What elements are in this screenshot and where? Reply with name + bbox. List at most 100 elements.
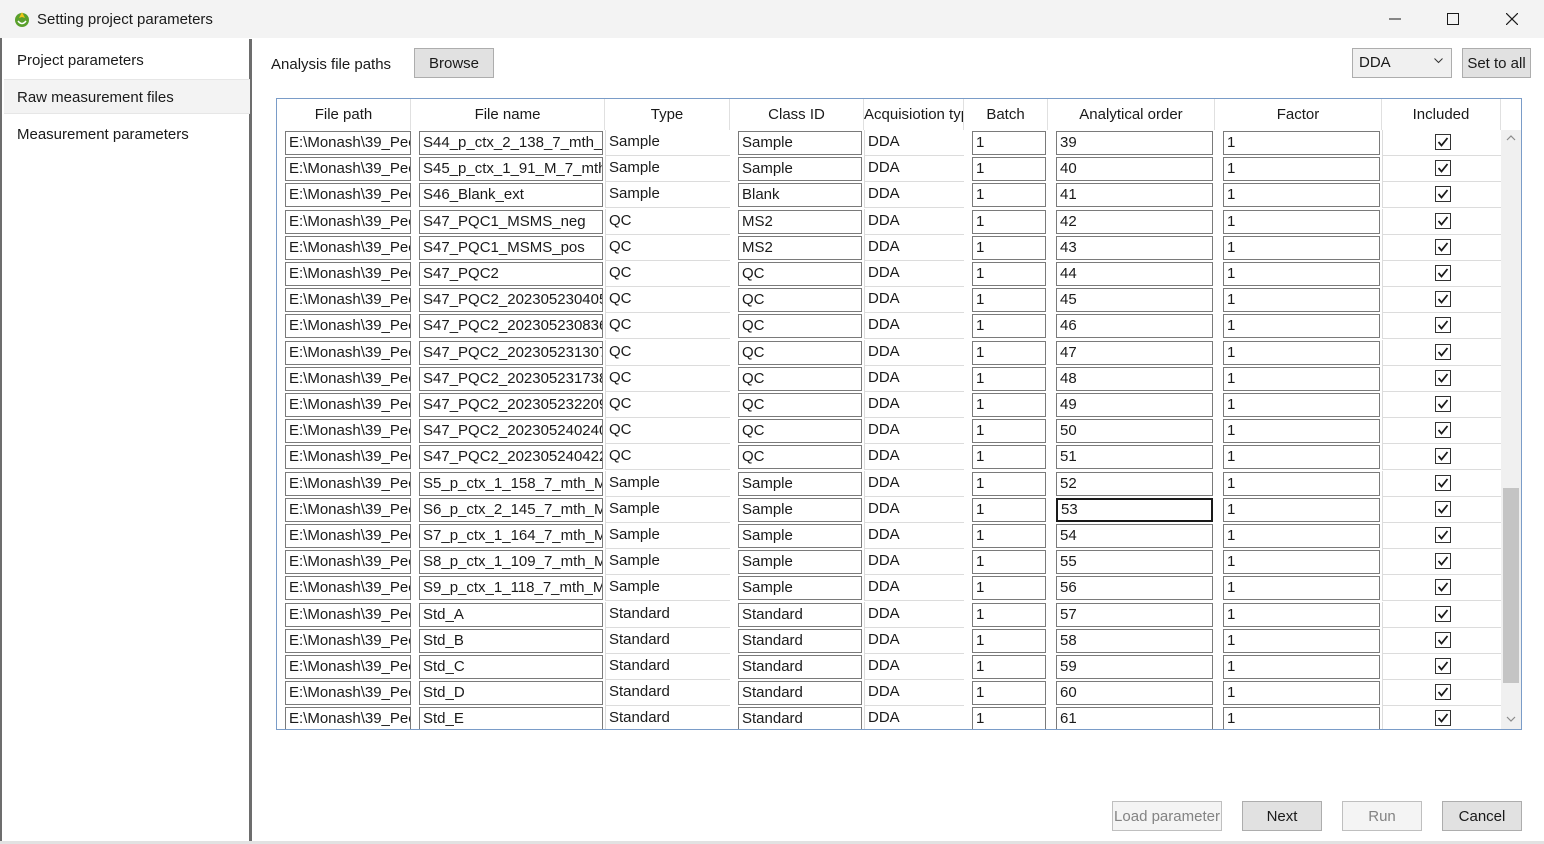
table-row[interactable]: E:\Monash\39_Peck S47_PQC2_20230524042205…	[277, 444, 1501, 471]
class-id-cell[interactable]: Standard	[738, 628, 862, 653]
class-id-cell[interactable]: Standard	[738, 602, 862, 627]
batch-cell[interactable]: 1	[972, 419, 1046, 444]
file-name-cell[interactable]: S47_PQC2_20230523083628	[419, 314, 603, 339]
factor-cell[interactable]: 1	[1223, 497, 1380, 522]
file-name-cell[interactable]: S47_PQC2_20230524024028	[419, 419, 603, 444]
file-name-cell[interactable]: S7_p_ctx_1_164_7_mth_M	[419, 524, 603, 548]
batch-cell[interactable]: 1	[972, 602, 1046, 627]
batch-cell[interactable]: 1	[972, 131, 1046, 155]
file-path-cell[interactable]: E:\Monash\39_Peck	[285, 707, 411, 729]
file-name-cell[interactable]: Std_A	[419, 602, 603, 627]
included-checkbox[interactable]	[1434, 369, 1451, 386]
analytical-order-cell[interactable]: 59	[1056, 655, 1213, 679]
batch-cell[interactable]: 1	[972, 497, 1046, 522]
next-button[interactable]: Next	[1242, 801, 1322, 831]
analytical-order-cell[interactable]: 50	[1056, 419, 1213, 444]
analytical-order-cell[interactable]: 61	[1056, 707, 1213, 729]
included-checkbox[interactable]	[1434, 579, 1451, 596]
factor-cell[interactable]: 1	[1223, 707, 1380, 729]
factor-cell[interactable]: 1	[1223, 183, 1380, 208]
batch-cell[interactable]: 1	[972, 366, 1046, 391]
table-row[interactable]: E:\Monash\39_Peck S8_p_ctx_1_109_7_mth_M S…	[277, 549, 1501, 576]
file-name-cell[interactable]: S47_PQC2_20230523220931	[419, 393, 603, 417]
file-name-cell[interactable]: S47_PQC2_20230523040521	[419, 288, 603, 313]
file-name-cell[interactable]: Std_C	[419, 655, 603, 679]
table-row[interactable]: E:\Monash\39_Peck Std_B Standard Standard DD…	[277, 627, 1501, 654]
table-row[interactable]: E:\Monash\39_Peck S47_PQC2_20230524024028…	[277, 418, 1501, 445]
batch-cell[interactable]: 1	[972, 340, 1046, 365]
class-id-cell[interactable]: Sample	[738, 497, 862, 522]
file-path-cell[interactable]: E:\Monash\39_Peck	[285, 183, 411, 208]
class-id-cell[interactable]: QC	[738, 419, 862, 444]
table-row[interactable]: E:\Monash\39_Peck S47_PQC2 QC QC DDA 1 44 1	[277, 261, 1501, 287]
included-checkbox[interactable]	[1434, 160, 1451, 177]
batch-cell[interactable]: 1	[972, 235, 1046, 260]
file-name-cell[interactable]: S5_p_ctx_1_158_7_mth_M	[419, 471, 603, 496]
acquisition-type-select[interactable]: DDA	[1352, 48, 1452, 78]
class-id-cell[interactable]: Sample	[738, 576, 862, 601]
factor-cell[interactable]: 1	[1223, 576, 1380, 601]
included-checkbox[interactable]	[1434, 448, 1451, 465]
file-path-cell[interactable]: E:\Monash\39_Peck	[285, 340, 411, 365]
analytical-order-cell[interactable]: 45	[1056, 288, 1213, 313]
batch-cell[interactable]: 1	[972, 628, 1046, 653]
set-to-all-button[interactable]: Set to all	[1462, 48, 1531, 78]
class-id-cell[interactable]: QC	[738, 288, 862, 313]
factor-cell[interactable]: 1	[1223, 524, 1380, 548]
file-path-cell[interactable]: E:\Monash\39_Peck	[285, 235, 411, 260]
batch-cell[interactable]: 1	[972, 393, 1046, 417]
file-name-cell[interactable]: S47_PQC2_20230523173834	[419, 366, 603, 391]
table-row[interactable]: E:\Monash\39_Peck S44_p_ctx_2_138_7_mth_M…	[277, 130, 1501, 156]
class-id-cell[interactable]: QC	[738, 366, 862, 391]
included-checkbox[interactable]	[1434, 710, 1451, 727]
column-header-order[interactable]: Analytical order	[1048, 99, 1215, 130]
batch-cell[interactable]: 1	[972, 183, 1046, 208]
class-id-cell[interactable]: Blank	[738, 183, 862, 208]
factor-cell[interactable]: 1	[1223, 209, 1380, 234]
analytical-order-cell[interactable]: 56	[1056, 576, 1213, 601]
file-path-cell[interactable]: E:\Monash\39_Peck	[285, 471, 411, 496]
file-name-cell[interactable]: S9_p_ctx_1_118_7_mth_M	[419, 576, 603, 601]
factor-cell[interactable]: 1	[1223, 471, 1380, 496]
class-id-cell[interactable]: MS2	[738, 235, 862, 260]
class-id-cell[interactable]: Standard	[738, 655, 862, 679]
table-row[interactable]: E:\Monash\39_Peck S9_p_ctx_1_118_7_mth_M S…	[277, 575, 1501, 602]
analytical-order-cell[interactable]: 46	[1056, 314, 1213, 339]
file-path-cell[interactable]: E:\Monash\39_Peck	[285, 655, 411, 679]
file-path-cell[interactable]: E:\Monash\39_Peck	[285, 419, 411, 444]
run-button[interactable]: Run	[1342, 801, 1422, 831]
column-header-type[interactable]: Type	[605, 99, 730, 130]
file-path-cell[interactable]: E:\Monash\39_Peck	[285, 681, 411, 706]
analytical-order-cell[interactable]: 57	[1056, 602, 1213, 627]
table-row[interactable]: E:\Monash\39_Peck S47_PQC2_20230523040521…	[277, 287, 1501, 314]
file-path-cell[interactable]: E:\Monash\39_Peck	[285, 209, 411, 234]
column-header-batch[interactable]: Batch	[964, 99, 1048, 130]
table-row[interactable]: E:\Monash\39_Peck S47_PQC2_20230523083628…	[277, 313, 1501, 340]
sidebar-item-measurement-parameters[interactable]: Measurement parameters	[4, 117, 250, 152]
table-row[interactable]: E:\Monash\39_Peck S47_PQC1_MSMS_neg QC MS2 D…	[277, 208, 1501, 235]
table-row[interactable]: E:\Monash\39_Peck S7_p_ctx_1_164_7_mth_M S…	[277, 523, 1501, 549]
analytical-order-cell[interactable]: 51	[1056, 445, 1213, 470]
included-checkbox[interactable]	[1434, 317, 1451, 334]
factor-cell[interactable]: 1	[1223, 366, 1380, 391]
table-row[interactable]: E:\Monash\39_Peck S45_p_ctx_1_91_M_7_mth S…	[277, 156, 1501, 183]
file-path-cell[interactable]: E:\Monash\39_Peck	[285, 550, 411, 575]
file-path-cell[interactable]: E:\Monash\39_Peck	[285, 393, 411, 417]
included-checkbox[interactable]	[1434, 684, 1451, 701]
factor-cell[interactable]: 1	[1223, 445, 1380, 470]
scroll-down-icon[interactable]	[1506, 715, 1516, 723]
table-row[interactable]: E:\Monash\39_Peck S47_PQC2_20230523173834…	[277, 365, 1501, 392]
vertical-scrollbar[interactable]	[1501, 130, 1521, 729]
factor-cell[interactable]: 1	[1223, 235, 1380, 260]
table-row[interactable]: E:\Monash\39_Peck Std_D Standard Standard DD…	[277, 680, 1501, 707]
analytical-order-cell[interactable]: 54	[1056, 524, 1213, 548]
batch-cell[interactable]: 1	[972, 471, 1046, 496]
class-id-cell[interactable]: Sample	[738, 550, 862, 575]
class-id-cell[interactable]: Sample	[738, 131, 862, 155]
file-name-cell[interactable]: S45_p_ctx_1_91_M_7_mth	[419, 157, 603, 182]
column-header-included[interactable]: Included	[1382, 99, 1501, 130]
included-checkbox[interactable]	[1434, 238, 1451, 255]
class-id-cell[interactable]: Standard	[738, 681, 862, 706]
included-checkbox[interactable]	[1434, 186, 1451, 203]
file-path-cell[interactable]: E:\Monash\39_Peck	[285, 288, 411, 313]
